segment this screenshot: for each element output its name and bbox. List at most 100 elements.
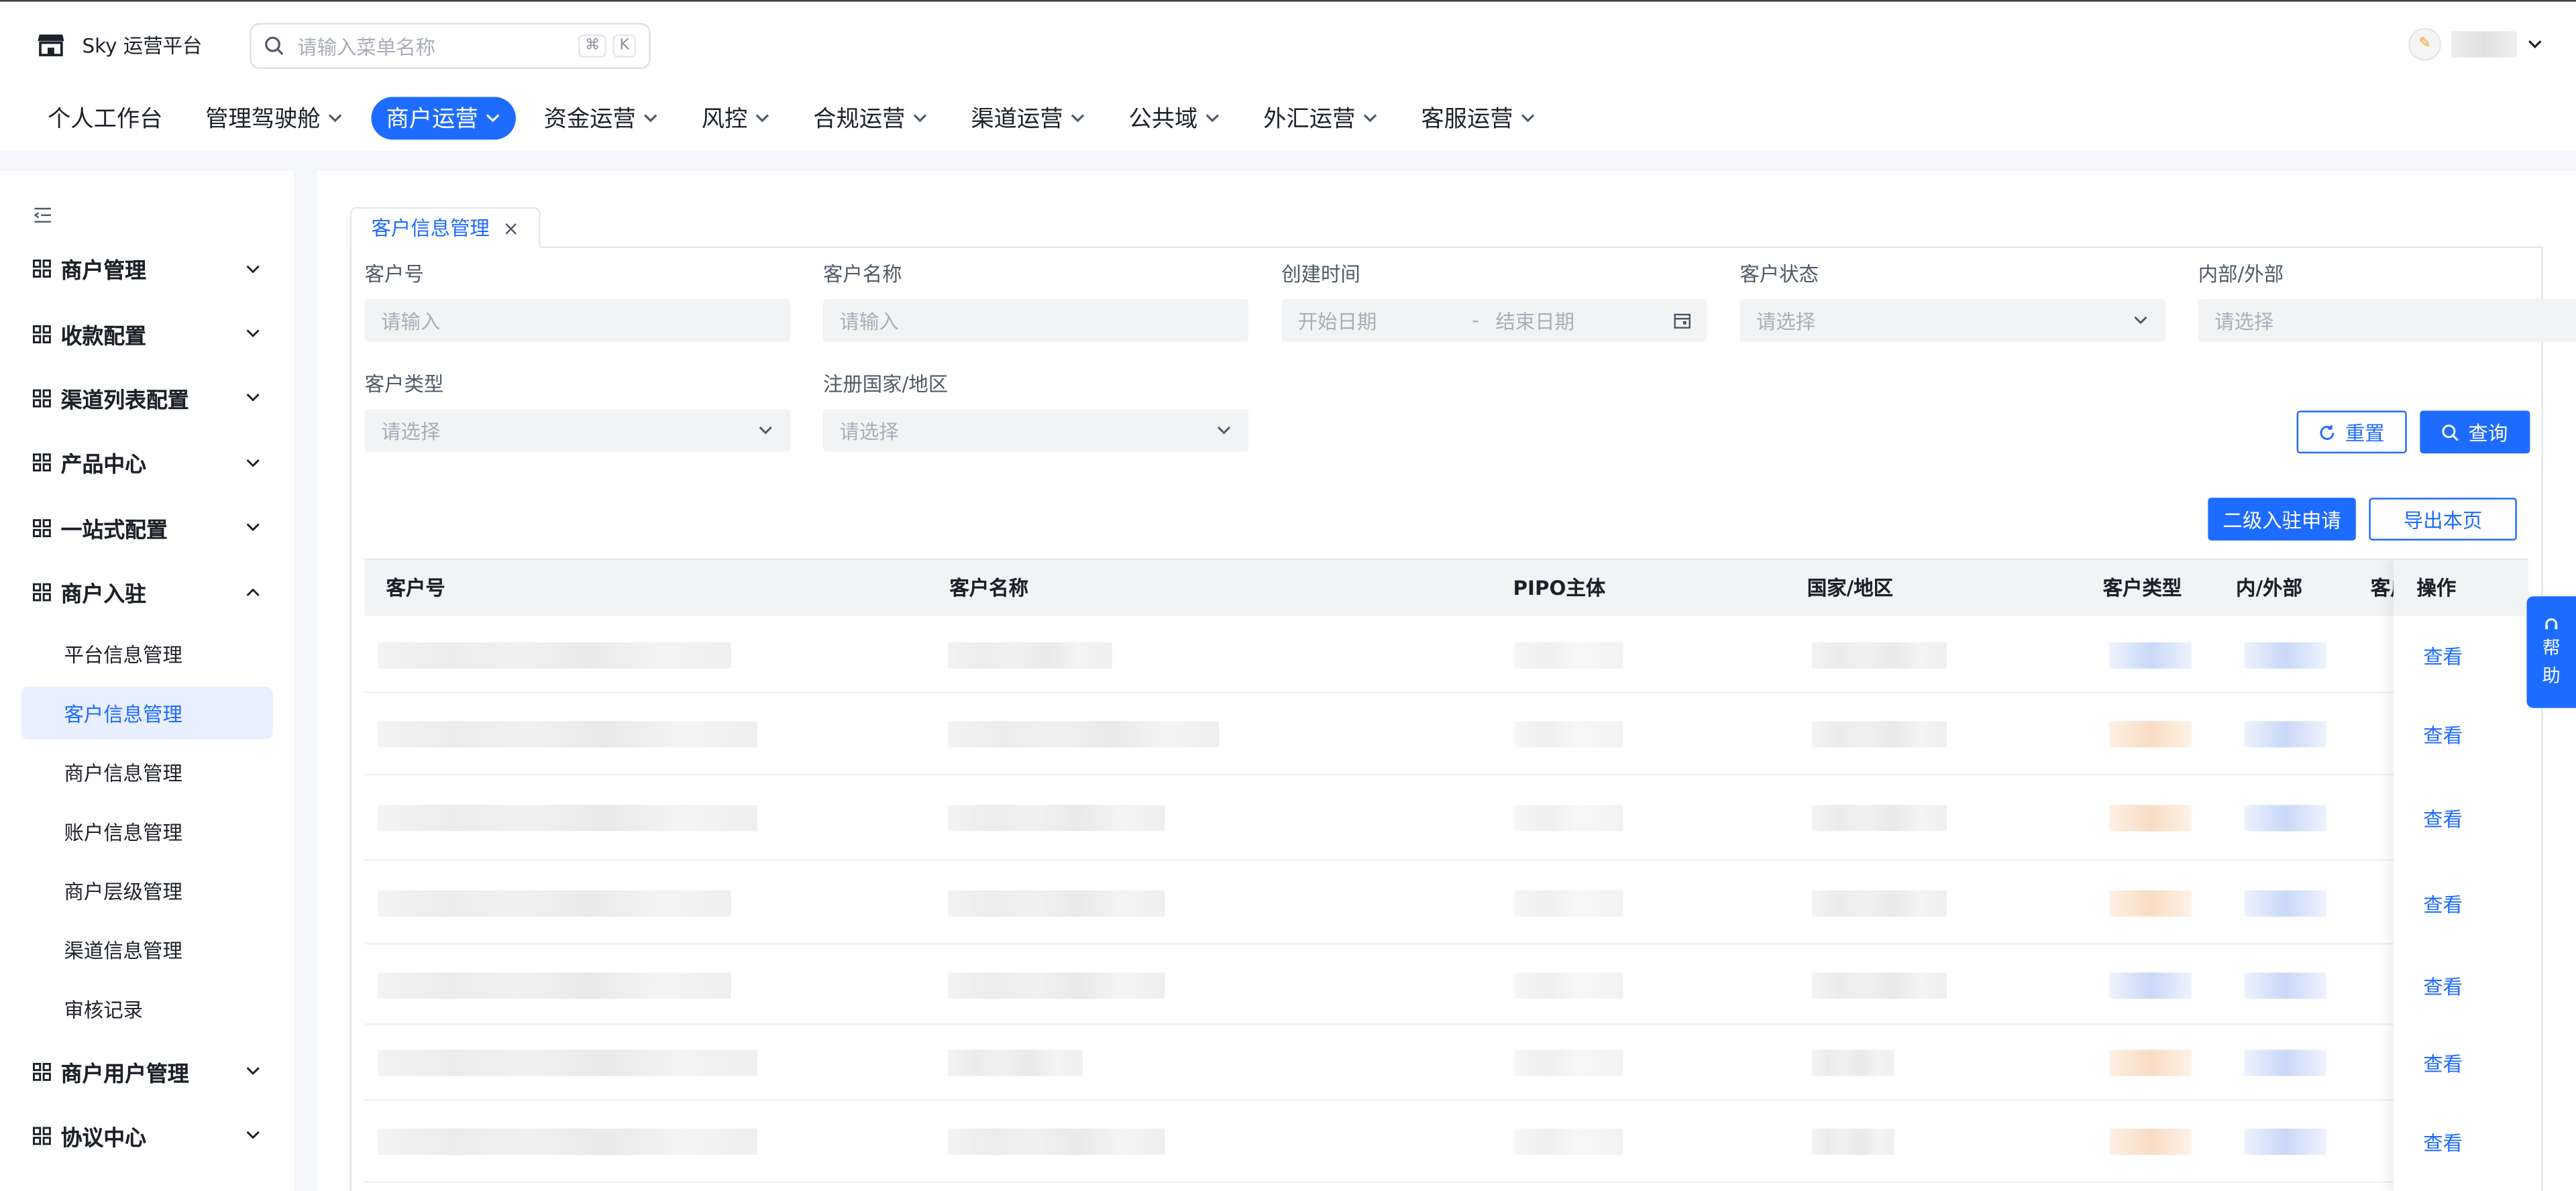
nav-item-5[interactable]: 合规运营 [798, 97, 943, 140]
view-link[interactable]: 查看 [2423, 889, 2463, 917]
chevron-down-icon [759, 426, 772, 435]
sidebar-group-0[interactable]: 商户管理 [0, 237, 294, 301]
nav-item-1[interactable]: 管理驾驶舱 [191, 97, 358, 140]
secondary-apply-button[interactable]: 二级入驻申请 [2208, 498, 2356, 541]
redacted-cell [948, 1128, 1165, 1155]
nav-item-8[interactable]: 外汇运营 [1248, 97, 1393, 140]
search-panel: 客户号 请输入 客户名称 请输入 创建时间 开始日期 - 结束日期 客户状态 请… [350, 246, 2576, 1191]
chevron-down-icon [1205, 114, 1220, 123]
redacted-cell [1812, 971, 1947, 999]
nav-item-label: 外汇运营 [1263, 107, 1356, 133]
redacted-cell [378, 805, 757, 832]
table-row[interactable] [364, 1025, 2528, 1101]
select-placeholder: 请选择 [2214, 309, 2274, 333]
tab-customer-info[interactable]: 客户信息管理 × [350, 207, 541, 248]
table-row[interactable] [364, 861, 2528, 945]
avatar[interactable]: ✎ [2408, 27, 2442, 61]
redacted-cell [2244, 1050, 2326, 1076]
sidebar-item-1[interactable]: 客户信息管理 [21, 687, 273, 740]
customer-no-input[interactable]: 请输入 [364, 298, 790, 342]
customer-status-select[interactable]: 请选择 [1739, 298, 2165, 342]
menu-search-input[interactable]: 请输入菜单名称 ⌘ K [250, 23, 651, 69]
redacted-cell [2244, 1128, 2326, 1155]
col-internal-external: 内/外部 [2236, 576, 2302, 600]
redacted-cell [948, 805, 1165, 832]
view-link[interactable]: 查看 [2423, 972, 2463, 1000]
close-icon[interactable]: × [502, 216, 519, 239]
nav-item-2[interactable]: 商户运营 [371, 97, 516, 140]
sidebar-item-4[interactable]: 商户层级管理 [21, 861, 273, 920]
table-header: 客户号 客户名称 PIPO主体 国家/地区 客户类型 内/外部 客户 [364, 560, 2528, 616]
nav-item-4[interactable]: 风控 [687, 97, 786, 140]
tab-bar: 客户信息管理 × [350, 207, 2544, 248]
country-select[interactable]: 请选择 [822, 408, 1249, 452]
redacted-cell [2109, 720, 2192, 747]
help-button[interactable]: 帮 助 [2526, 596, 2576, 708]
sidebar-group-6[interactable]: 商户用户管理 [0, 1039, 294, 1103]
table-row[interactable] [364, 775, 2528, 861]
filter-label: 客户名称 [822, 262, 902, 286]
customer-type-select[interactable]: 请选择 [364, 408, 790, 452]
app-logo[interactable]: Sky 运营平台 [36, 30, 202, 59]
redacted-cell [2244, 805, 2326, 832]
sidebar-group-3[interactable]: 产品中心 [0, 431, 294, 495]
internal-external-select[interactable]: 请选择 [2198, 298, 2576, 342]
sidebar-item-0[interactable]: 平台信息管理 [21, 625, 273, 684]
sidebar-group-label: 渠道列表配置 [60, 389, 189, 414]
user-menu[interactable]: ✎ [2408, 27, 2543, 61]
nav-item-0[interactable]: 个人工作台 [33, 97, 178, 140]
sidebar-item-5[interactable]: 渠道信息管理 [21, 921, 273, 980]
table-row[interactable] [364, 945, 2528, 1025]
end-date-placeholder[interactable]: 结束日期 [1495, 306, 1574, 335]
redacted-cell [948, 1050, 1083, 1076]
table-row[interactable] [364, 618, 2528, 693]
col-customer-name: 客户名称 [949, 576, 1029, 600]
col-customer-truncated: 客户 [2370, 576, 2394, 600]
col-actions: 操作 [2394, 560, 2528, 616]
nav-item-label: 合规运营 [813, 107, 906, 133]
redacted-cell [378, 642, 731, 669]
sidebar-group-2[interactable]: 渠道列表配置 [0, 366, 294, 431]
redacted-cell [1812, 1050, 1894, 1076]
start-date-placeholder[interactable]: 开始日期 [1298, 306, 1456, 335]
export-page-button[interactable]: 导出本页 [2369, 498, 2517, 541]
view-link[interactable]: 查看 [2423, 1050, 2463, 1078]
sidebar-group-1[interactable]: 收款配置 [0, 301, 294, 365]
view-link[interactable]: 查看 [2423, 642, 2463, 671]
nav-item-6[interactable]: 渠道运营 [956, 97, 1101, 140]
redacted-cell [2244, 971, 2326, 999]
collapse-menu-icon[interactable] [33, 205, 52, 225]
chevron-down-icon [2134, 316, 2147, 325]
redacted-cell [948, 971, 1165, 999]
view-link[interactable]: 查看 [2423, 720, 2463, 748]
view-link[interactable]: 查看 [2423, 805, 2463, 833]
sidebar-group-4[interactable]: 一站式配置 [0, 496, 294, 560]
chevron-down-icon [246, 1067, 260, 1076]
nav-item-9[interactable]: 客服运营 [1406, 97, 1551, 140]
chevron-down-icon [328, 114, 342, 123]
secondary-apply-label: 二级入驻申请 [2222, 508, 2341, 532]
sidebar-group-7[interactable]: 协议中心 [0, 1104, 294, 1168]
sidebar-group-5[interactable]: 商户入驻 [0, 560, 294, 624]
sidebar-item-2[interactable]: 商户信息管理 [21, 743, 273, 802]
redacted-cell [1812, 889, 1947, 916]
redacted-cell [378, 1050, 757, 1076]
nav-item-label: 商户运营 [386, 107, 478, 133]
created-time-range-picker[interactable]: 开始日期 - 结束日期 [1281, 298, 1707, 342]
reset-button[interactable]: 重置 [2296, 410, 2407, 454]
query-button[interactable]: 查询 [2420, 410, 2530, 454]
sidebar-menu: 商户管理 收款配置 渠道列表配置 产品中心 一站式配置 商户入驻 平台信息管理 客户信息管理商… [0, 237, 294, 1168]
nav-item-3[interactable]: 资金运营 [529, 97, 674, 140]
customer-name-input[interactable]: 请输入 [822, 298, 1249, 342]
sidebar-item-3[interactable]: 账户信息管理 [21, 802, 273, 861]
sidebar-item-6[interactable]: 审核记录 [21, 980, 273, 1039]
chevron-down-icon [755, 114, 769, 123]
chevron-down-icon [246, 1131, 260, 1140]
search-icon [2443, 424, 2460, 441]
nav-item-7[interactable]: 公共域 [1114, 97, 1235, 140]
headset-icon [2545, 618, 2558, 630]
table-row[interactable] [364, 1100, 2528, 1183]
filter-label: 客户类型 [364, 373, 444, 396]
table-row[interactable] [364, 691, 2528, 776]
view-link[interactable]: 查看 [2423, 1129, 2463, 1157]
